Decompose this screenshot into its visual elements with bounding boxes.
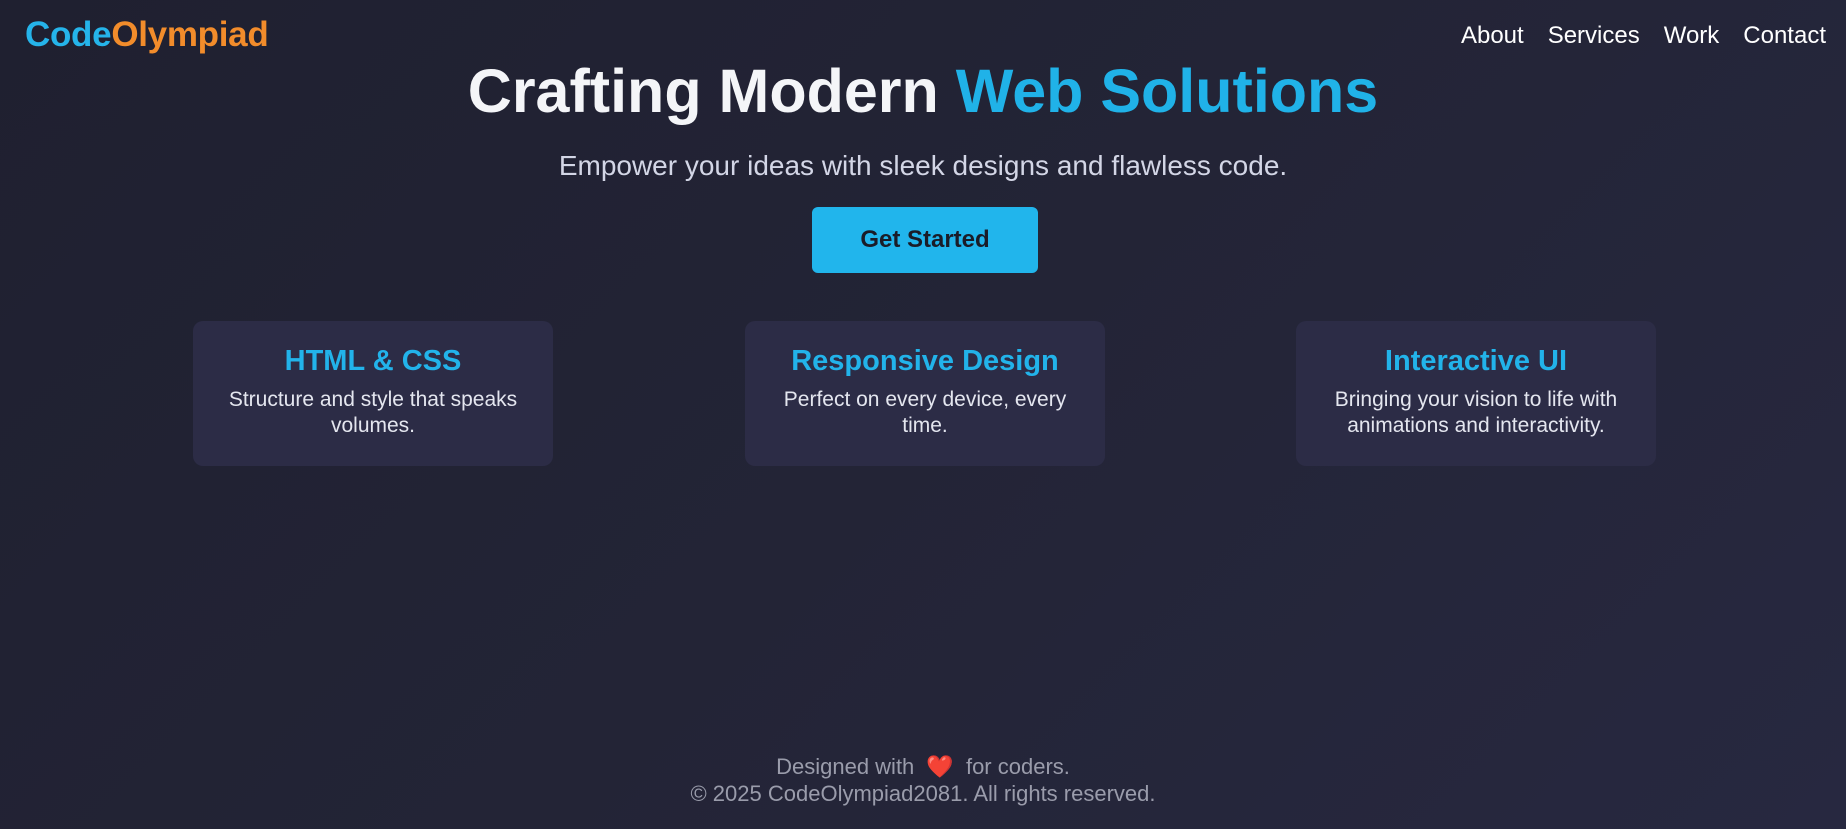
footer-designed-line: Designed with ❤️ for coders.: [0, 753, 1846, 780]
hero-subtitle: Empower your ideas with sleek designs an…: [558, 150, 1288, 181]
get-started-button[interactable]: Get Started: [812, 207, 1038, 273]
nav-link-contact[interactable]: Contact: [1743, 20, 1826, 52]
main-nav: About Services Work Contact: [1461, 20, 1826, 52]
feature-card-description: Structure and style that speaks volumes.: [228, 388, 518, 437]
site-footer: Designed with ❤️ for coders. © 2025 Code…: [0, 753, 1846, 807]
feature-card-title: Responsive Design: [791, 345, 1059, 377]
hero-title: Crafting Modern Web Solutions: [0, 56, 1846, 126]
footer-copyright: © 2025 CodeOlympiad2081. All rights rese…: [690, 781, 1156, 806]
feature-card-description: Perfect on every device, every time.: [783, 388, 1067, 437]
nav-link-work[interactable]: Work: [1664, 20, 1720, 52]
hero-title-plain: Crafting Modern: [467, 57, 939, 125]
hero-title-accent: Web Solutions: [955, 57, 1379, 125]
brand-logo-code: Code: [25, 15, 112, 54]
brand-logo[interactable]: CodeOlympiad: [25, 14, 269, 56]
heart-icon: ❤️: [926, 754, 954, 779]
nav-link-services[interactable]: Services: [1548, 20, 1640, 52]
feature-card-description: Bringing your vision to life with animat…: [1334, 388, 1618, 437]
feature-card-interactive-ui: Interactive UI Bringing your vision to l…: [1296, 321, 1656, 466]
footer-designed-prefix: Designed with: [776, 754, 915, 779]
brand-logo-olympiad: Olympiad: [111, 15, 269, 54]
feature-card-title: HTML & CSS: [284, 345, 462, 377]
feature-card-title: Interactive UI: [1384, 345, 1568, 377]
nav-link-about[interactable]: About: [1461, 20, 1524, 52]
feature-card-responsive-design: Responsive Design Perfect on every devic…: [745, 321, 1105, 466]
feature-card-html-css: HTML & CSS Structure and style that spea…: [193, 321, 553, 466]
footer-designed-suffix: for coders.: [965, 754, 1070, 779]
